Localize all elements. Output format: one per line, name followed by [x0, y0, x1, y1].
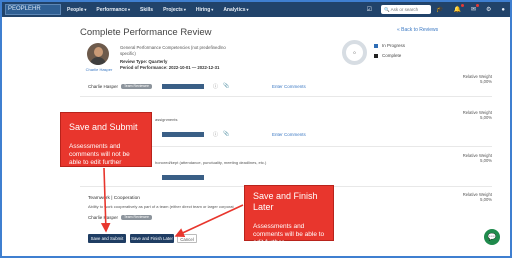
- legend-in-progress: In Progress: [382, 43, 406, 48]
- nav-item-skills[interactable]: Skills: [140, 7, 153, 13]
- callout-title: Save and Finish Later: [253, 191, 318, 212]
- callout-body: Assessments and comments will be able to…: [253, 223, 325, 246]
- reviewer-badge: Team Reviewee: [121, 215, 152, 220]
- checkbox-icon[interactable]: ☑: [367, 6, 372, 13]
- nav-item-people[interactable]: People ▾: [67, 7, 86, 13]
- reviewer-row: Charlie Hasper Team Reviewee: [88, 215, 152, 220]
- nav-item-projects[interactable]: Projects ▾: [163, 7, 186, 13]
- arrow-to-finish-later: [174, 204, 244, 237]
- section-description: honored/kept (attendance, punctuality, m…: [155, 160, 267, 165]
- messages-icon[interactable]: ✉: [471, 4, 479, 13]
- in-progress-marker: [374, 43, 378, 48]
- back-to-reviews-link[interactable]: « Back to Reviews: [397, 27, 438, 33]
- app-logo[interactable]: PEOPLEHR: [5, 4, 61, 15]
- legend-complete: Complete: [382, 53, 402, 58]
- status-legend: In Progress Complete: [374, 43, 405, 63]
- settings-icon[interactable]: ⚙: [486, 6, 491, 13]
- user-menu-icon[interactable]: ●: [501, 7, 505, 13]
- relative-weight: Relative Weight 5,00%: [462, 110, 492, 120]
- attachment-icon[interactable]: 📎: [223, 131, 229, 137]
- top-nav: PEOPLEHR People ▾ Performance ▾ Skills Pro…: [2, 2, 510, 17]
- attachment-icon[interactable]: 📎: [223, 83, 229, 89]
- reviewer-row: Charlie Hasper Team Reviewee: [88, 84, 152, 89]
- nav-item-performance[interactable]: Performance ▾: [96, 7, 130, 13]
- nav-right: ☑ 🔍 Ask or search 🎓 🔔 ✉ ⚙ ●: [362, 4, 510, 14]
- progress-ring: 0: [342, 40, 367, 65]
- save-and-submit-button[interactable]: Save and Submit: [88, 234, 126, 243]
- section-description: Ability to work cooperatively as part of…: [88, 204, 234, 209]
- callout-title: Save and Submit: [69, 122, 138, 132]
- reviewer-badge: Team Reviewee: [121, 84, 152, 89]
- nav-item-analytics[interactable]: Analytics ▾: [223, 7, 248, 13]
- reviewer-name: Charlie Hasper: [88, 215, 119, 220]
- callout-body: Assessments and comments will not be abl…: [69, 143, 130, 166]
- enter-comments-link[interactable]: Enter Comments: [272, 84, 306, 89]
- rating-bar[interactable]: [162, 175, 204, 180]
- enter-comments-link[interactable]: Enter Comments: [272, 132, 306, 137]
- avatar: [87, 43, 109, 65]
- competencies-text: General Performance Competencies (not pr…: [120, 45, 226, 56]
- employee-name-link[interactable]: Charlie Hasper: [84, 67, 114, 72]
- relative-weight: Relative Weight 5,00%: [462, 192, 492, 202]
- graduation-cap-icon[interactable]: 🎓: [436, 6, 443, 13]
- reviewee-card: Charlie Hasper General Performance Compe…: [80, 40, 420, 80]
- review-period: Period of Performance: 2022-10-01 — 2022…: [120, 65, 220, 70]
- section-title: Teamwork | Cooperation: [88, 196, 140, 201]
- info-icon[interactable]: ⓘ: [213, 131, 218, 138]
- reviewer-name: Charlie Hasper: [88, 84, 119, 89]
- save-and-submit-callout: Save and Submit Assessments and comments…: [60, 112, 152, 167]
- page-title: Complete Performance Review: [80, 27, 212, 38]
- rating-bar[interactable]: [162, 84, 204, 89]
- cancel-button[interactable]: Cancel: [177, 234, 197, 243]
- relative-weight: Relative Weight 5,00%: [462, 153, 492, 163]
- rating-bar[interactable]: [162, 132, 204, 137]
- save-and-finish-later-button[interactable]: Save and Finish Later: [130, 234, 174, 243]
- nav-menu: People ▾ Performance ▾ Skills Projects ▾ Hi…: [67, 7, 259, 13]
- review-info: General Performance Competencies (not pr…: [120, 45, 240, 71]
- save-and-finish-later-callout: Save and Finish Later Assessments and co…: [244, 185, 334, 246]
- complete-marker: [374, 53, 378, 58]
- notifications-icon[interactable]: 🔔: [453, 4, 464, 13]
- section-description: assignments: [155, 117, 178, 122]
- search-input[interactable]: 🔍 Ask or search: [380, 5, 431, 14]
- divider: [80, 96, 492, 97]
- chat-icon[interactable]: 💬: [484, 229, 500, 245]
- relative-weight: Relative Weight 5,00%: [462, 74, 492, 84]
- nav-item-hiring[interactable]: Hiring ▾: [196, 7, 213, 13]
- info-icon[interactable]: ⓘ: [213, 83, 218, 90]
